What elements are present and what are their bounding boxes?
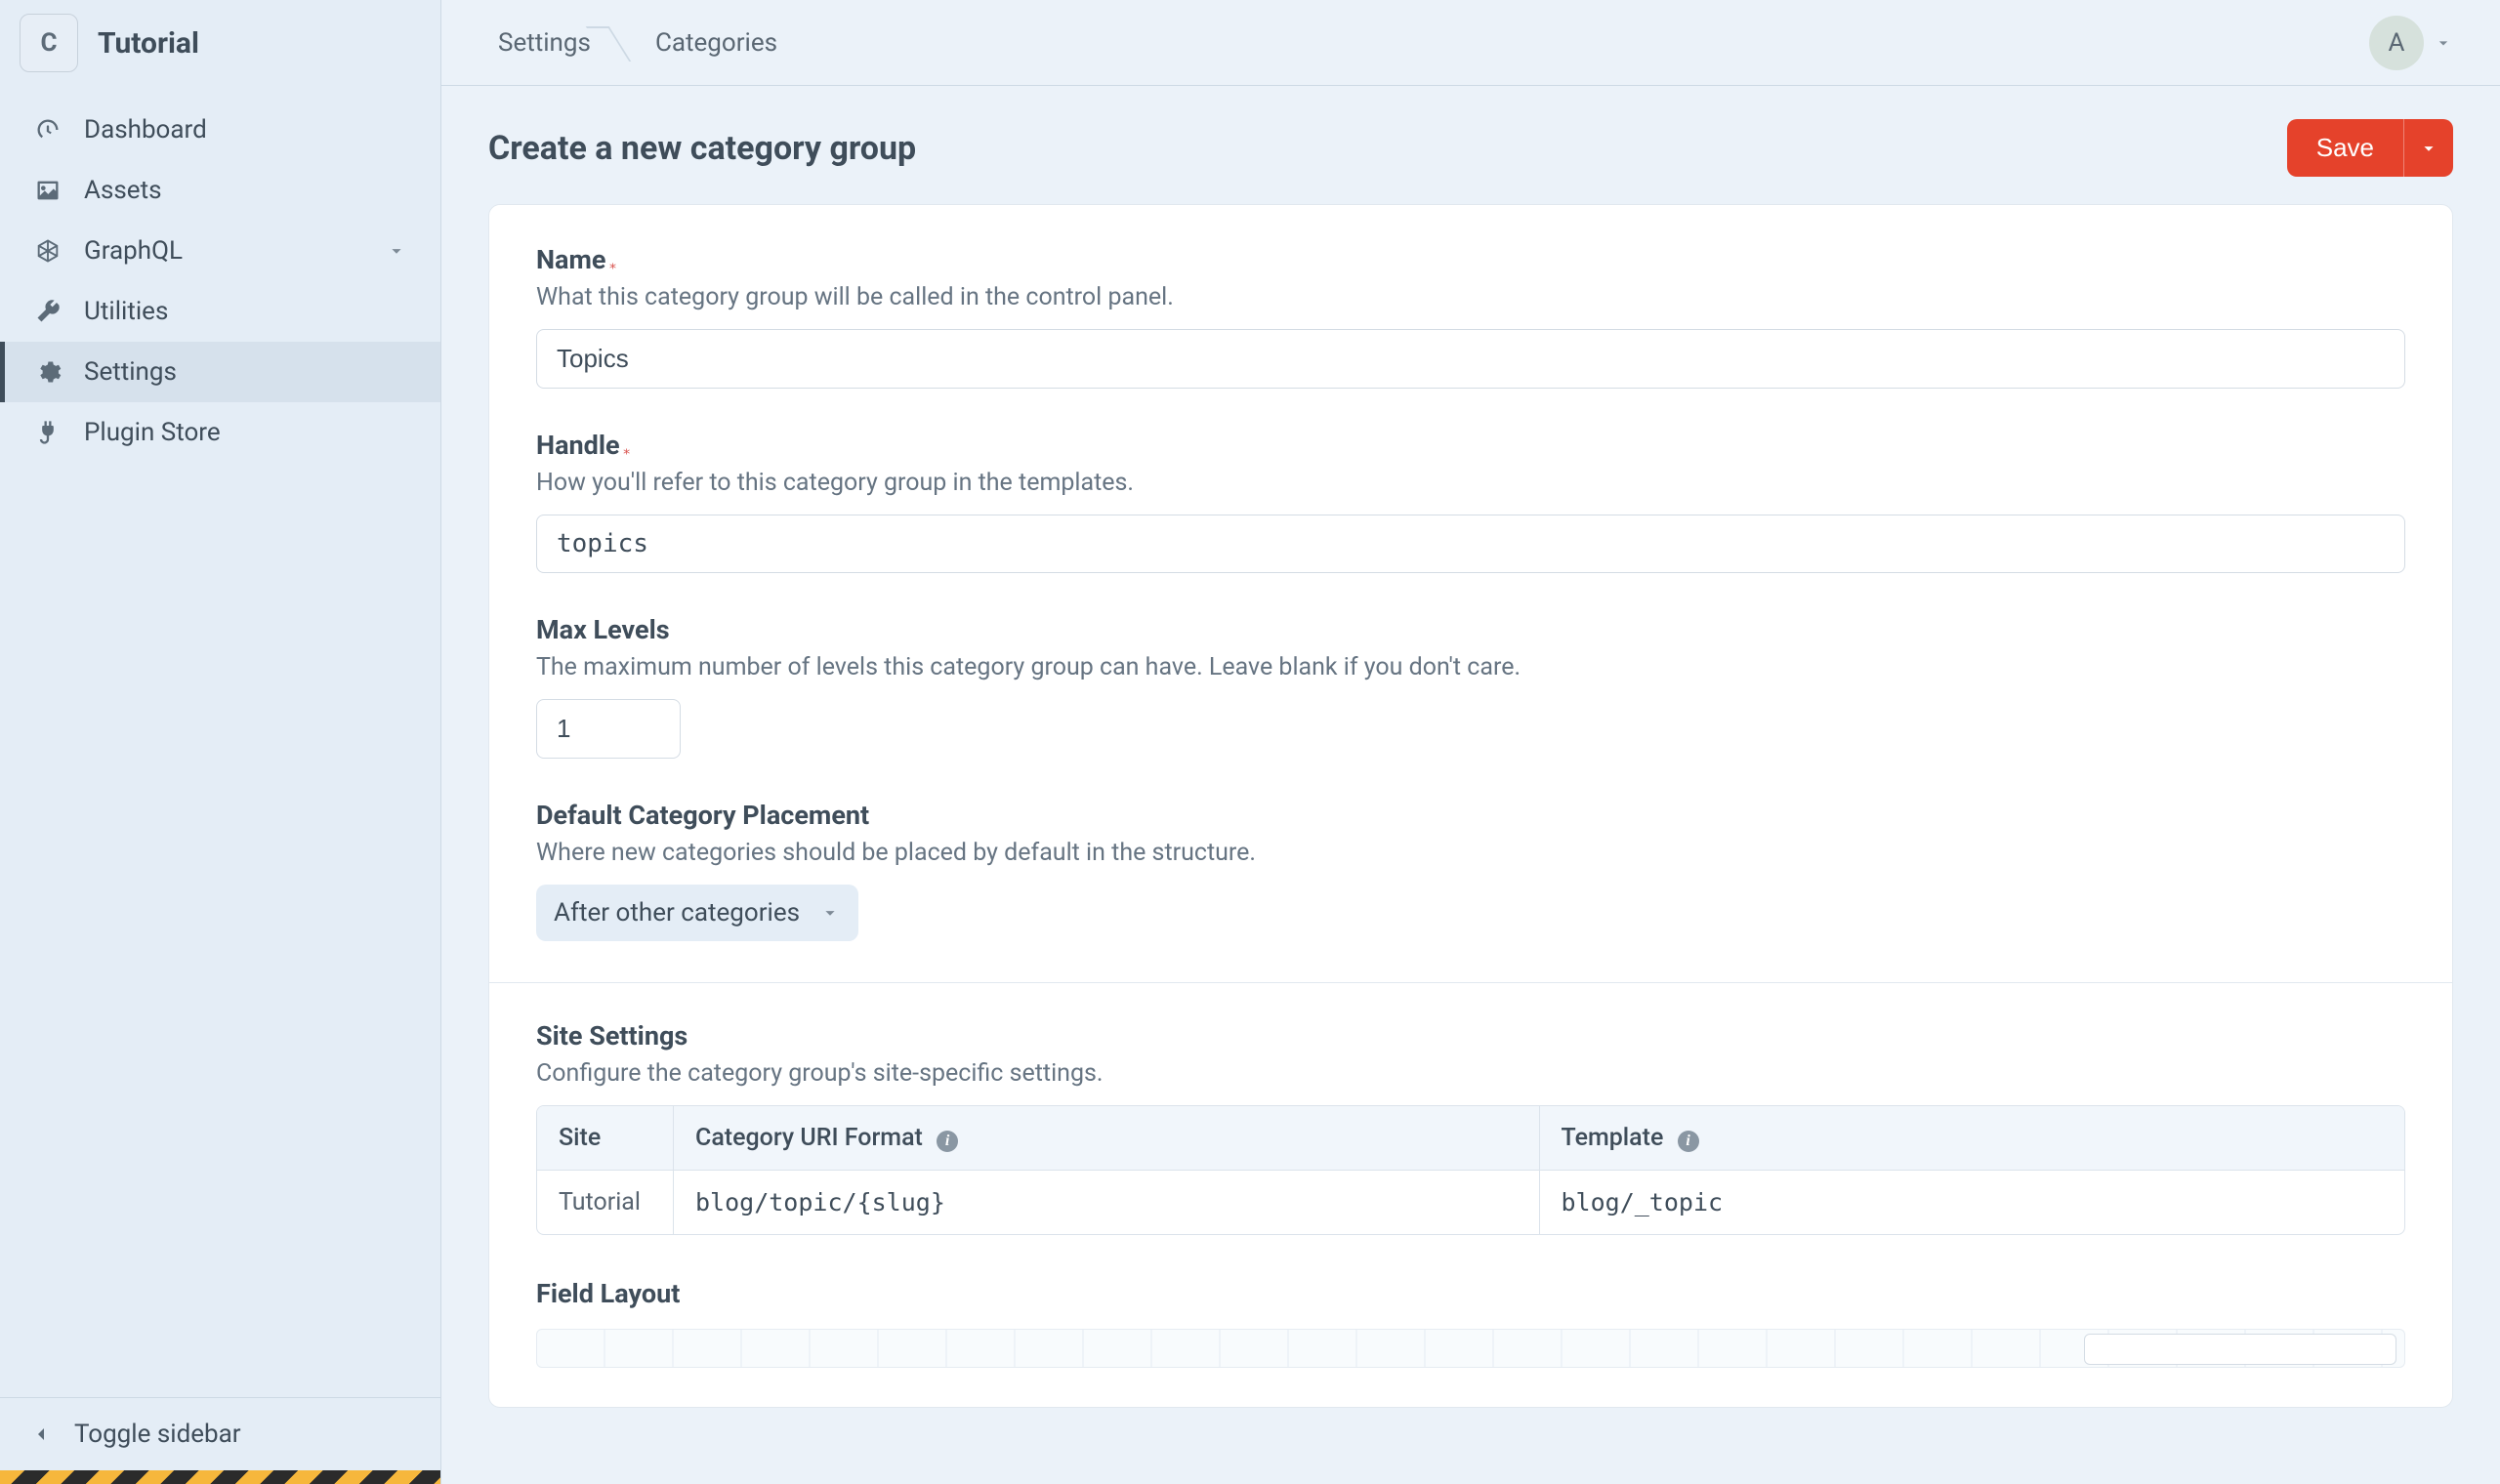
site-name[interactable]: Tutorial xyxy=(98,26,199,61)
main: Settings Categories A Create a new categ… xyxy=(441,0,2500,1484)
image-icon xyxy=(33,176,62,205)
field-default-placement: Default Category Placement Where new cat… xyxy=(536,800,2405,941)
sidebar-header: C Tutorial xyxy=(0,0,440,94)
field-layout-tab[interactable] xyxy=(2084,1334,2396,1365)
plug-icon xyxy=(33,418,62,447)
field-layout-label: Field Layout xyxy=(536,1278,2405,1309)
field-site-settings: Site Settings Configure the category gro… xyxy=(536,1020,2405,1235)
site-logo[interactable]: C xyxy=(20,14,78,72)
cell-site: Tutorial xyxy=(537,1171,674,1234)
field-name: Name ⁎ What this category group will be … xyxy=(536,244,2405,389)
sidebar: C Tutorial Dashboard Assets Gr xyxy=(0,0,441,1484)
field-name-label: Name xyxy=(536,244,605,275)
name-input[interactable] xyxy=(536,329,2405,389)
user-menu[interactable]: A xyxy=(2369,16,2453,70)
column-template: Template i xyxy=(1540,1106,2405,1170)
toggle-sidebar-button[interactable]: Toggle sidebar xyxy=(0,1397,440,1470)
site-settings-table: Site Category URI Format i Template i Tu… xyxy=(536,1105,2405,1235)
field-site-settings-hint: Configure the category group's site-spec… xyxy=(536,1059,2405,1088)
table-row: Tutorial blog/topic/{slug} blog/_topic xyxy=(537,1171,2404,1234)
sidebar-item-label: GraphQL xyxy=(84,236,183,266)
topbar: Settings Categories A xyxy=(441,0,2500,86)
page-header: Create a new category group Save xyxy=(441,86,2500,204)
sidebar-item-plugin-store[interactable]: Plugin Store xyxy=(0,402,440,463)
field-layout-designer[interactable] xyxy=(536,1329,2405,1368)
field-handle-label: Handle xyxy=(536,430,620,461)
column-uri: Category URI Format i xyxy=(674,1106,1540,1170)
handle-input[interactable] xyxy=(536,515,2405,573)
sidebar-item-settings[interactable]: Settings xyxy=(0,342,440,402)
save-button[interactable]: Save xyxy=(2287,119,2403,177)
select-value: After other categories xyxy=(554,898,800,928)
field-max-levels-hint: The maximum number of levels this catego… xyxy=(536,653,2405,681)
sidebar-item-dashboard[interactable]: Dashboard xyxy=(0,100,440,160)
field-site-settings-label: Site Settings xyxy=(536,1020,2405,1051)
breadcrumb-categories[interactable]: Categories xyxy=(636,19,799,67)
chevron-left-icon xyxy=(29,1422,53,1446)
toggle-sidebar-label: Toggle sidebar xyxy=(74,1420,241,1449)
template-input[interactable]: blog/_topic xyxy=(1540,1171,2405,1234)
info-icon[interactable]: i xyxy=(937,1131,958,1152)
primary-nav: Dashboard Assets GraphQL xyxy=(0,94,440,1397)
logo-letter-icon: C xyxy=(34,28,63,58)
field-handle-hint: How you'll refer to this category group … xyxy=(536,469,2405,497)
table-header-row: Site Category URI Format i Template i xyxy=(537,1106,2404,1171)
field-handle: Handle ⁎ How you'll refer to this catego… xyxy=(536,430,2405,573)
dev-mode-stripe xyxy=(0,1470,440,1484)
sidebar-item-utilities[interactable]: Utilities xyxy=(0,281,440,342)
divider xyxy=(489,982,2452,983)
required-indicator-icon: ⁎ xyxy=(609,257,616,272)
chevron-down-icon xyxy=(2418,138,2439,159)
default-placement-select[interactable]: After other categories xyxy=(536,885,858,941)
field-max-levels: Max Levels The maximum number of levels … xyxy=(536,614,2405,759)
field-name-hint: What this category group will be called … xyxy=(536,283,2405,311)
max-levels-input[interactable] xyxy=(536,699,681,759)
graphql-icon xyxy=(33,236,62,266)
save-menu-button[interactable] xyxy=(2403,119,2453,177)
sidebar-item-label: Plugin Store xyxy=(84,418,221,447)
form-panel: Name ⁎ What this category group will be … xyxy=(488,204,2453,1408)
info-icon[interactable]: i xyxy=(1678,1131,1699,1152)
chevron-down-icon xyxy=(2434,33,2453,53)
gear-icon xyxy=(33,357,62,387)
wrench-icon xyxy=(33,297,62,326)
gauge-icon xyxy=(33,115,62,144)
field-default-placement-label: Default Category Placement xyxy=(536,800,2405,831)
sidebar-item-label: Settings xyxy=(84,357,177,387)
field-default-placement-hint: Where new categories should be placed by… xyxy=(536,839,2405,867)
sidebar-item-assets[interactable]: Assets xyxy=(0,160,440,221)
sidebar-item-graphql[interactable]: GraphQL xyxy=(0,221,440,281)
breadcrumb-settings[interactable]: Settings xyxy=(488,19,612,67)
sidebar-item-label: Dashboard xyxy=(84,115,207,144)
avatar: A xyxy=(2369,16,2424,70)
required-indicator-icon: ⁎ xyxy=(623,442,630,458)
chevron-down-icon xyxy=(819,902,841,924)
breadcrumb: Settings Categories xyxy=(488,19,799,67)
sidebar-item-label: Utilities xyxy=(84,297,168,326)
page-title: Create a new category group xyxy=(488,129,916,168)
field-max-levels-label: Max Levels xyxy=(536,614,2405,645)
chevron-down-icon xyxy=(386,240,407,262)
uri-format-input[interactable]: blog/topic/{slug} xyxy=(674,1171,1540,1234)
column-site: Site xyxy=(537,1106,674,1170)
sidebar-item-label: Assets xyxy=(84,176,162,205)
